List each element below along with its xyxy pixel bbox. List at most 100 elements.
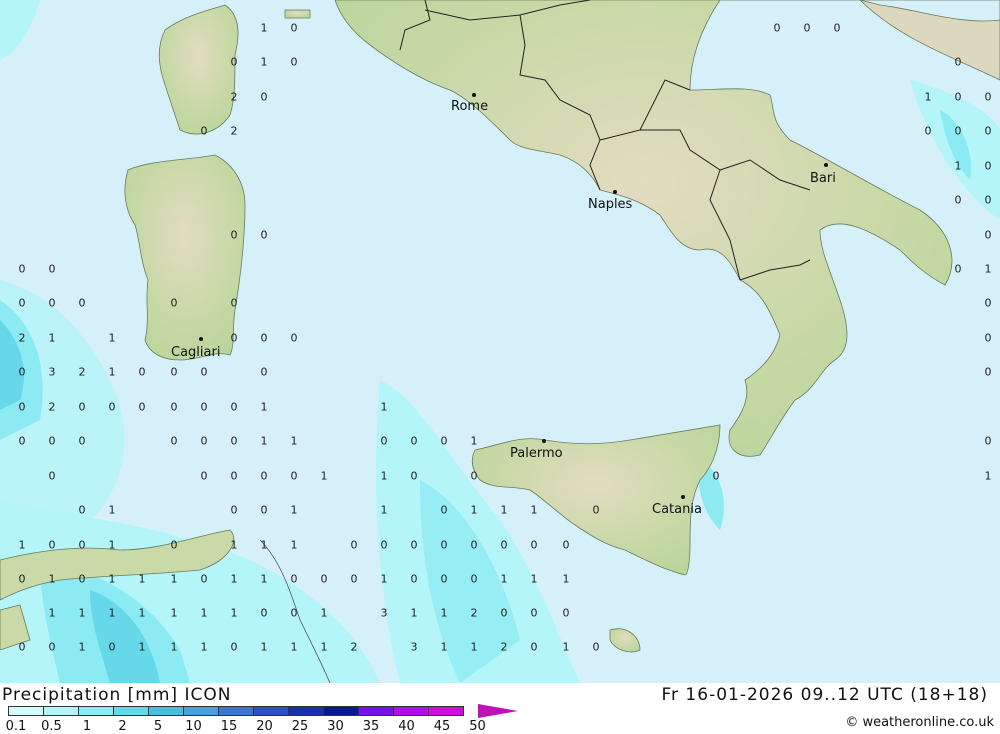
precipitation-value: 0 xyxy=(48,262,56,276)
precipitation-value: 1 xyxy=(260,55,268,69)
precipitation-value: 0 xyxy=(170,296,178,310)
precipitation-value: 0 xyxy=(200,434,208,448)
legend-tick-label: 30 xyxy=(327,719,344,734)
precipitation-value: 0 xyxy=(200,124,208,138)
precipitation-value: 0 xyxy=(260,503,268,517)
precipitation-value: 0 xyxy=(410,572,418,586)
precipitation-value: 0 xyxy=(48,538,56,552)
precipitation-value: 0 xyxy=(984,434,992,448)
precipitation-value: 1 xyxy=(260,434,268,448)
precipitation-value: 0 xyxy=(230,296,238,310)
city-label-rome[interactable]: Rome xyxy=(451,100,488,113)
city-label-cagliari[interactable]: Cagliari xyxy=(171,346,220,359)
precipitation-value: 1 xyxy=(200,606,208,620)
precipitation-map[interactable]: 1 0 0 0 0 0 1 0 0 2 0 1 0 0 0 2 0 0 0 1 0 0 0 0 0 0 0 0 0 1 0 0 0 0 0 0 2 1 1 0… xyxy=(0,0,1000,683)
precipitation-value: 0 xyxy=(290,469,298,483)
precipitation-value: 0 xyxy=(78,503,86,517)
precipitation-value: 0 xyxy=(350,572,358,586)
legend-swatch xyxy=(43,706,79,716)
legend-tick-label: 0.5 xyxy=(41,719,62,734)
precipitation-value: 1 xyxy=(260,640,268,654)
precipitation-value: 0 xyxy=(410,434,418,448)
precipitation-value: 1 xyxy=(18,538,26,552)
precipitation-value: 1 xyxy=(170,606,178,620)
precipitation-value: 0 xyxy=(440,503,448,517)
precipitation-value: 0 xyxy=(18,296,26,310)
precipitation-value: 0 xyxy=(380,434,388,448)
legend-swatch xyxy=(428,706,464,716)
precipitation-value: 1 xyxy=(48,331,56,345)
precipitation-value: 0 xyxy=(18,434,26,448)
legend-swatch xyxy=(8,706,44,716)
legend-tick-label: 2 xyxy=(118,719,127,734)
precipitation-value: 1 xyxy=(138,640,146,654)
precipitation-value: 2 xyxy=(470,606,478,620)
precipitation-value: 0 xyxy=(290,55,298,69)
legend-swatch xyxy=(393,706,429,716)
precipitation-value: 0 xyxy=(954,193,962,207)
precipitation-value: 2 xyxy=(500,640,508,654)
precipitation-value: 0 xyxy=(230,331,238,345)
precipitation-value: 1 xyxy=(320,469,328,483)
precipitation-value: 1 xyxy=(290,503,298,517)
precipitation-value: 0 xyxy=(924,124,932,138)
precipitation-value: 0 xyxy=(954,90,962,104)
precipitation-value: 1 xyxy=(260,400,268,414)
precipitation-value: 0 xyxy=(290,21,298,35)
precipitation-value: 0 xyxy=(562,606,570,620)
precipitation-value: 0 xyxy=(170,400,178,414)
legend-swatch xyxy=(253,706,289,716)
precipitation-value: 0 xyxy=(230,434,238,448)
precipitation-value: 1 xyxy=(290,640,298,654)
precipitation-value: 1 xyxy=(924,90,932,104)
precipitation-value: 0 xyxy=(380,538,388,552)
precipitation-value: 0 xyxy=(200,400,208,414)
precipitation-value: 1 xyxy=(530,503,538,517)
legend-swatch xyxy=(78,706,114,716)
precipitation-value: 1 xyxy=(260,538,268,552)
precipitation-value: 1 xyxy=(470,640,478,654)
precipitation-value: 1 xyxy=(48,606,56,620)
precipitation-value: 0 xyxy=(78,400,86,414)
forecast-datetime: Fr 16-01-2026 09..12 UTC (18+18) xyxy=(661,685,988,705)
city-label-bari[interactable]: Bari xyxy=(810,172,836,185)
precipitation-value: 1 xyxy=(320,606,328,620)
precipitation-value: 0 xyxy=(18,640,26,654)
precipitation-value: 0 xyxy=(48,469,56,483)
precipitation-value: 0 xyxy=(230,400,238,414)
copyright-link[interactable]: © weatheronline.co.uk xyxy=(845,715,994,730)
precipitation-value: 0 xyxy=(170,538,178,552)
precipitation-value: 0 xyxy=(18,262,26,276)
precipitation-value: 1 xyxy=(530,572,538,586)
precipitation-value: 0 xyxy=(470,538,478,552)
precipitation-value: 0 xyxy=(530,640,538,654)
precipitation-value: 1 xyxy=(170,572,178,586)
precipitation-value: 1 xyxy=(78,640,86,654)
precipitation-value: 0 xyxy=(170,434,178,448)
precipitation-value: 0 xyxy=(260,365,268,379)
precipitation-value: 0 xyxy=(530,606,538,620)
city-label-naples[interactable]: Naples xyxy=(588,198,632,211)
precipitation-value: 1 xyxy=(954,159,962,173)
precipitation-value: 0 xyxy=(530,538,538,552)
legend-tick-label: 0.1 xyxy=(5,719,27,734)
precipitation-value: 0 xyxy=(230,228,238,242)
precipitation-value: 0 xyxy=(78,434,86,448)
legend-swatch xyxy=(148,706,184,716)
city-label-catania[interactable]: Catania xyxy=(652,503,702,516)
precipitation-value: 1 xyxy=(108,606,116,620)
precipitation-value: 0 xyxy=(200,469,208,483)
precipitation-value: 0 xyxy=(108,400,116,414)
precipitation-value: 1 xyxy=(290,538,298,552)
precipitation-value: 0 xyxy=(48,640,56,654)
precipitation-value: 0 xyxy=(984,90,992,104)
precipitation-value: 0 xyxy=(320,572,328,586)
precipitation-value: 0 xyxy=(138,400,146,414)
precipitation-value: 0 xyxy=(78,572,86,586)
precipitation-value: 2 xyxy=(230,124,238,138)
legend-arrow-icon xyxy=(478,704,518,718)
precipitation-value: 0 xyxy=(230,640,238,654)
legend-tick-label: 10 xyxy=(185,719,202,734)
precipitation-value: 3 xyxy=(380,606,388,620)
city-label-palermo[interactable]: Palermo xyxy=(510,447,563,460)
